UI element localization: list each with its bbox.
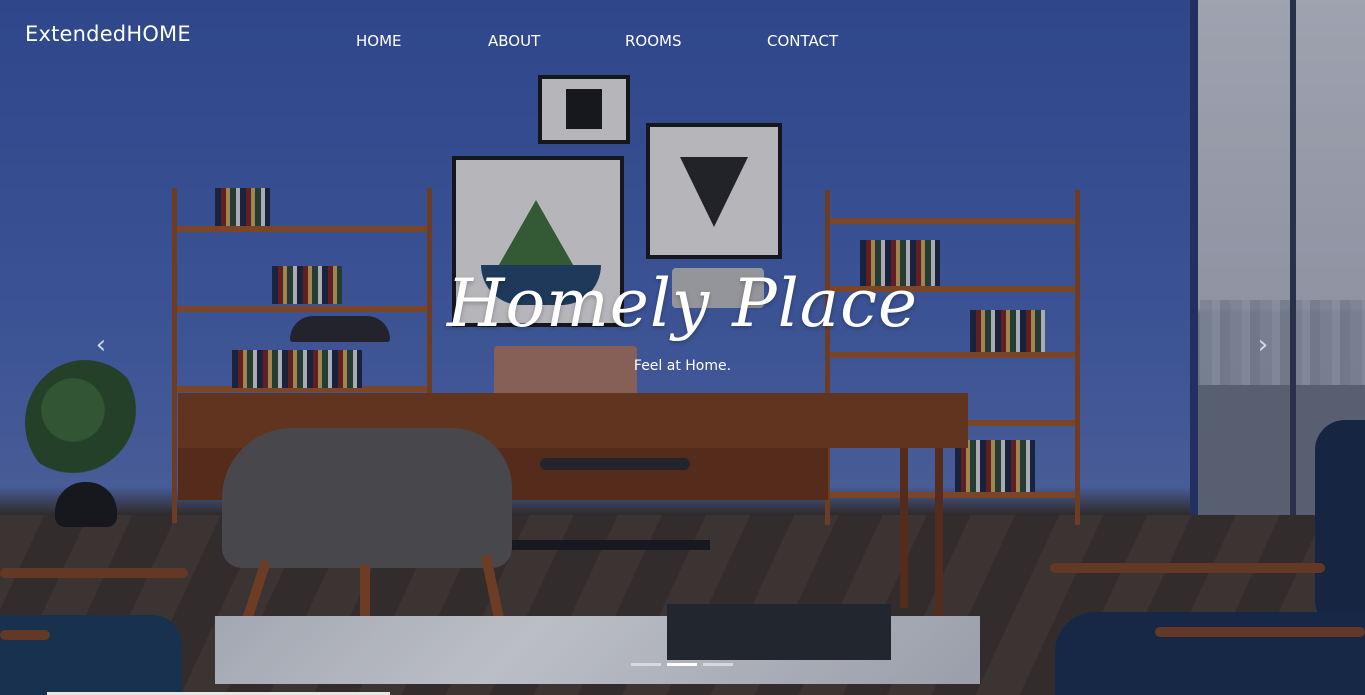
carousel-indicator[interactable]: [631, 663, 661, 666]
hero-carousel: ExtendedHOME HOME ABOUT ROOMS CONTACT Ho…: [0, 0, 1365, 695]
carousel-prev-button[interactable]: ‹: [86, 330, 116, 360]
chevron-right-icon: ›: [1257, 330, 1269, 360]
chevron-left-icon: ‹: [95, 330, 107, 360]
nav-link-rooms[interactable]: ROOMS: [625, 32, 682, 50]
brand-logo[interactable]: ExtendedHOME: [25, 22, 191, 46]
hero-title: Homely Place: [446, 265, 919, 342]
image-overlay: [0, 0, 1365, 695]
carousel-next-button[interactable]: ›: [1248, 330, 1278, 360]
hero-subtitle: Feel at Home.: [633, 358, 732, 374]
nav-link-home[interactable]: HOME: [356, 32, 402, 50]
nav-link-about[interactable]: ABOUT: [488, 32, 540, 50]
carousel-indicator[interactable]: [703, 663, 733, 666]
carousel-indicator[interactable]: [667, 663, 697, 666]
nav-link-contact[interactable]: CONTACT: [767, 32, 838, 50]
